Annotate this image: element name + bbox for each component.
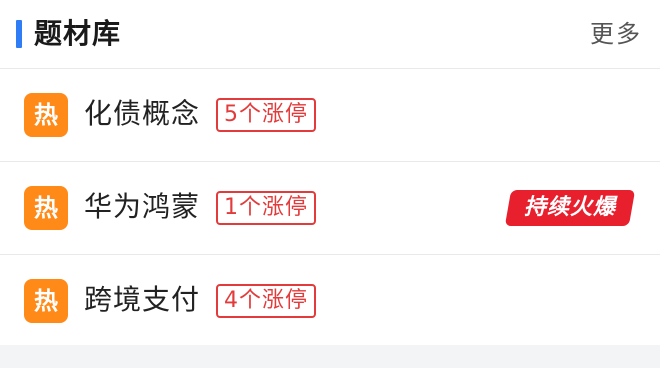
topic-row-2[interactable]: 热 华为鸿蒙 1个涨停 持续火爆 <box>0 162 660 254</box>
topic-name: 华为鸿蒙 <box>84 190 201 223</box>
topic-row-1[interactable]: 热 化债概念 5个涨停 <box>0 69 660 161</box>
topic-name: 跨境支付 <box>84 283 201 316</box>
more-link[interactable]: 更多 <box>590 16 642 52</box>
limit-up-count-badge: 4个涨停 <box>216 284 316 318</box>
trending-tag: 持续火爆 <box>504 190 636 226</box>
hot-icon: 热 <box>24 279 68 323</box>
limit-up-count-badge: 1个涨停 <box>216 191 316 225</box>
trending-tag-label: 持续火爆 <box>523 195 616 220</box>
topic-name: 化债概念 <box>84 97 201 130</box>
title-accent-bar <box>16 20 22 48</box>
section-bottom-spacer <box>0 345 660 368</box>
topic-row-3[interactable]: 热 跨境支付 4个涨停 <box>0 255 660 347</box>
limit-up-count-badge: 5个涨停 <box>216 98 316 132</box>
hot-icon: 热 <box>24 186 68 230</box>
hot-icon: 热 <box>24 93 68 137</box>
section-title: 题材库 <box>34 17 122 50</box>
section-header: 题材库 更多 <box>0 0 660 68</box>
